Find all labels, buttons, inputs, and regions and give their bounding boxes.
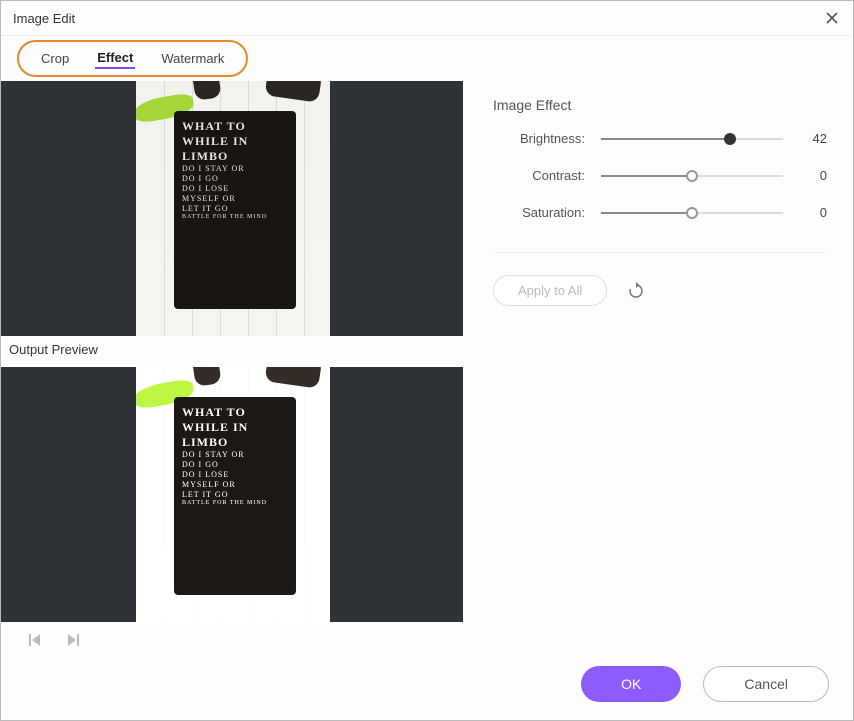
source-image: WHAT TO WHILE IN LIMBO DO I STAY OR DO I…	[136, 81, 330, 336]
output-preview-label: Output Preview	[1, 336, 465, 363]
next-frame-icon[interactable]	[65, 632, 81, 648]
tabs-highlight: Crop Effect Watermark	[17, 40, 248, 77]
brightness-label: Brightness:	[493, 131, 593, 146]
contrast-slider[interactable]	[601, 169, 783, 183]
output-image: WHAT TO WHILE IN LIMBO DO I STAY OR DO I…	[136, 367, 330, 622]
ok-button[interactable]: OK	[581, 666, 681, 702]
reset-icon[interactable]	[627, 282, 645, 300]
tab-watermark[interactable]: Watermark	[159, 49, 226, 68]
image-edit-dialog: Image Edit Crop Effect Watermark WHAT TO…	[0, 0, 854, 721]
window-title: Image Edit	[13, 11, 75, 26]
contrast-row: Contrast: 0	[493, 168, 827, 183]
dialog-footer: OK Cancel	[1, 648, 853, 720]
tab-crop[interactable]: Crop	[39, 49, 71, 68]
source-preview: WHAT TO WHILE IN LIMBO DO I STAY OR DO I…	[1, 81, 463, 336]
saturation-slider[interactable]	[601, 206, 783, 220]
preview-column: WHAT TO WHILE IN LIMBO DO I STAY OR DO I…	[1, 77, 465, 648]
close-icon[interactable]	[823, 9, 841, 27]
brightness-value: 42	[791, 131, 827, 146]
titlebar: Image Edit	[1, 1, 853, 36]
saturation-value: 0	[791, 205, 827, 220]
panel-title: Image Effect	[493, 97, 827, 113]
prev-frame-icon[interactable]	[27, 632, 43, 648]
effect-panel: Image Effect Brightness: 42 Contrast: 0	[465, 77, 853, 648]
cancel-button[interactable]: Cancel	[703, 666, 829, 702]
brightness-slider[interactable]	[601, 132, 783, 146]
apply-to-all-button[interactable]: Apply to All	[493, 275, 607, 306]
contrast-label: Contrast:	[493, 168, 593, 183]
divider	[493, 252, 827, 253]
frame-navigation	[1, 622, 465, 648]
tab-effect[interactable]: Effect	[95, 48, 135, 69]
saturation-label: Saturation:	[493, 205, 593, 220]
brightness-row: Brightness: 42	[493, 131, 827, 146]
saturation-row: Saturation: 0	[493, 205, 827, 220]
contrast-value: 0	[791, 168, 827, 183]
tabs: Crop Effect Watermark	[1, 36, 853, 77]
output-preview: WHAT TO WHILE IN LIMBO DO I STAY OR DO I…	[1, 367, 463, 622]
